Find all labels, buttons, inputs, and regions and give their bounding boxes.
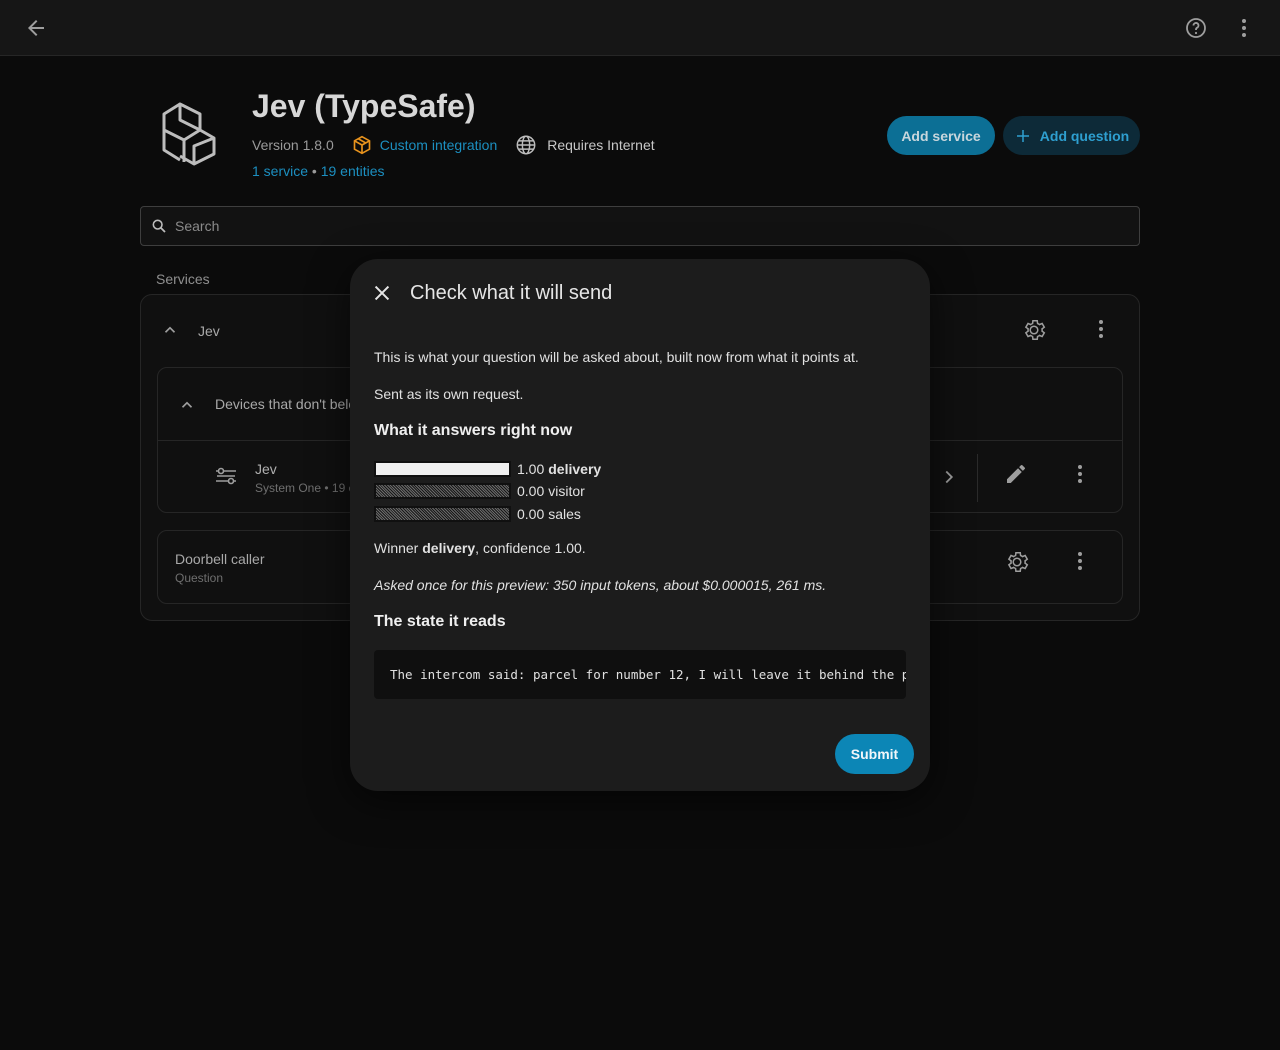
integration-logo (162, 102, 216, 166)
add-question-label: Add question (1039, 127, 1130, 144)
usage-text: Asked once for this preview: 350 input t… (374, 577, 827, 593)
version-label: Version 1.8.0 (252, 137, 334, 153)
device-icon (216, 467, 236, 485)
answer-label: sales (548, 506, 581, 522)
dots-vertical-icon[interactable] (1068, 462, 1092, 486)
requires-internet-label: Requires Internet (547, 137, 655, 153)
divider (977, 454, 978, 502)
score-bar (374, 506, 511, 522)
sent-text: Sent as its own request. (374, 386, 524, 402)
answer-value: 0.00 (517, 483, 545, 499)
back-button[interactable] (16, 8, 56, 48)
device-subtitle: System One • 19 e (255, 481, 356, 495)
question-name: Doorbell caller (175, 551, 265, 567)
score-bar-empty (376, 508, 509, 520)
package-icon (353, 135, 371, 155)
state-code-block: The intercom said: parcel for number 12,… (374, 650, 906, 699)
page-title: Jev (TypeSafe) (252, 88, 476, 124)
search-bar (140, 206, 1140, 246)
answer-row: 0.00 sales (374, 504, 581, 524)
services-section-label: Services (156, 271, 210, 287)
entities-link[interactable]: 19 entities (321, 163, 385, 179)
answer-label: visitor (548, 483, 585, 499)
winner-label: delivery (422, 540, 476, 556)
score-bar (374, 461, 511, 477)
devices-group-label: Devices that don't belo (215, 396, 357, 412)
chevron-right-icon[interactable] (938, 466, 960, 488)
search-icon (152, 219, 166, 233)
answer-row: 1.00 delivery (374, 459, 601, 479)
overflow-menu-button[interactable] (1224, 8, 1264, 48)
plus-icon (1016, 129, 1029, 142)
chevron-up-icon[interactable] (178, 396, 196, 414)
winner-suffix: , confidence 1.00. (475, 540, 586, 556)
answer-value: 1.00 (517, 461, 545, 477)
chevron-up-icon[interactable] (161, 321, 179, 339)
close-button[interactable] (362, 273, 402, 313)
preview-dialog: Check what it will send This is what you… (350, 259, 930, 791)
help-button[interactable] (1176, 8, 1216, 48)
answer-row: 0.00 visitor (374, 481, 585, 501)
intro-text: This is what your question will be asked… (374, 349, 859, 365)
answer-label: delivery (548, 461, 602, 477)
search-input[interactable] (175, 218, 1075, 234)
state-heading: The state it reads (374, 613, 506, 630)
dots-vertical-icon[interactable] (1068, 549, 1092, 573)
add-question-button[interactable]: Add question (1003, 116, 1140, 155)
gear-icon[interactable] (1021, 317, 1047, 343)
add-service-button[interactable]: Add service (887, 116, 995, 155)
answer-value: 0.00 (517, 506, 545, 522)
integration-counts: 1 service • 19 entities (252, 163, 385, 179)
winner-prefix: Winner (374, 540, 423, 556)
device-name: Jev (255, 461, 277, 477)
service-name: Jev (198, 323, 220, 339)
help-circle-icon (1186, 18, 1206, 38)
winner-text: Winner delivery, confidence 1.00. (374, 540, 586, 556)
submit-button[interactable]: Submit (835, 734, 914, 774)
integration-meta: Version 1.8.0 Custom integration Require… (252, 134, 655, 156)
question-subtitle: Question (175, 571, 224, 585)
dialog-title: Check what it will send (410, 282, 613, 304)
pencil-icon[interactable] (1004, 462, 1028, 486)
separator-dot: • (311, 163, 317, 179)
close-icon (374, 285, 390, 301)
dots-vertical-icon (1242, 19, 1246, 37)
globe-icon (516, 135, 536, 155)
dots-vertical-icon[interactable] (1089, 317, 1113, 341)
score-bar (374, 483, 511, 499)
custom-integration-link[interactable]: Custom integration (380, 137, 498, 153)
services-link[interactable]: 1 service (252, 163, 308, 179)
arrow-left-icon (28, 20, 44, 36)
score-bar-empty (376, 485, 509, 497)
top-app-bar (0, 0, 1280, 56)
answers-heading: What it answers right now (374, 422, 573, 439)
score-bar-fill (376, 463, 509, 475)
gear-icon[interactable] (1004, 549, 1030, 575)
